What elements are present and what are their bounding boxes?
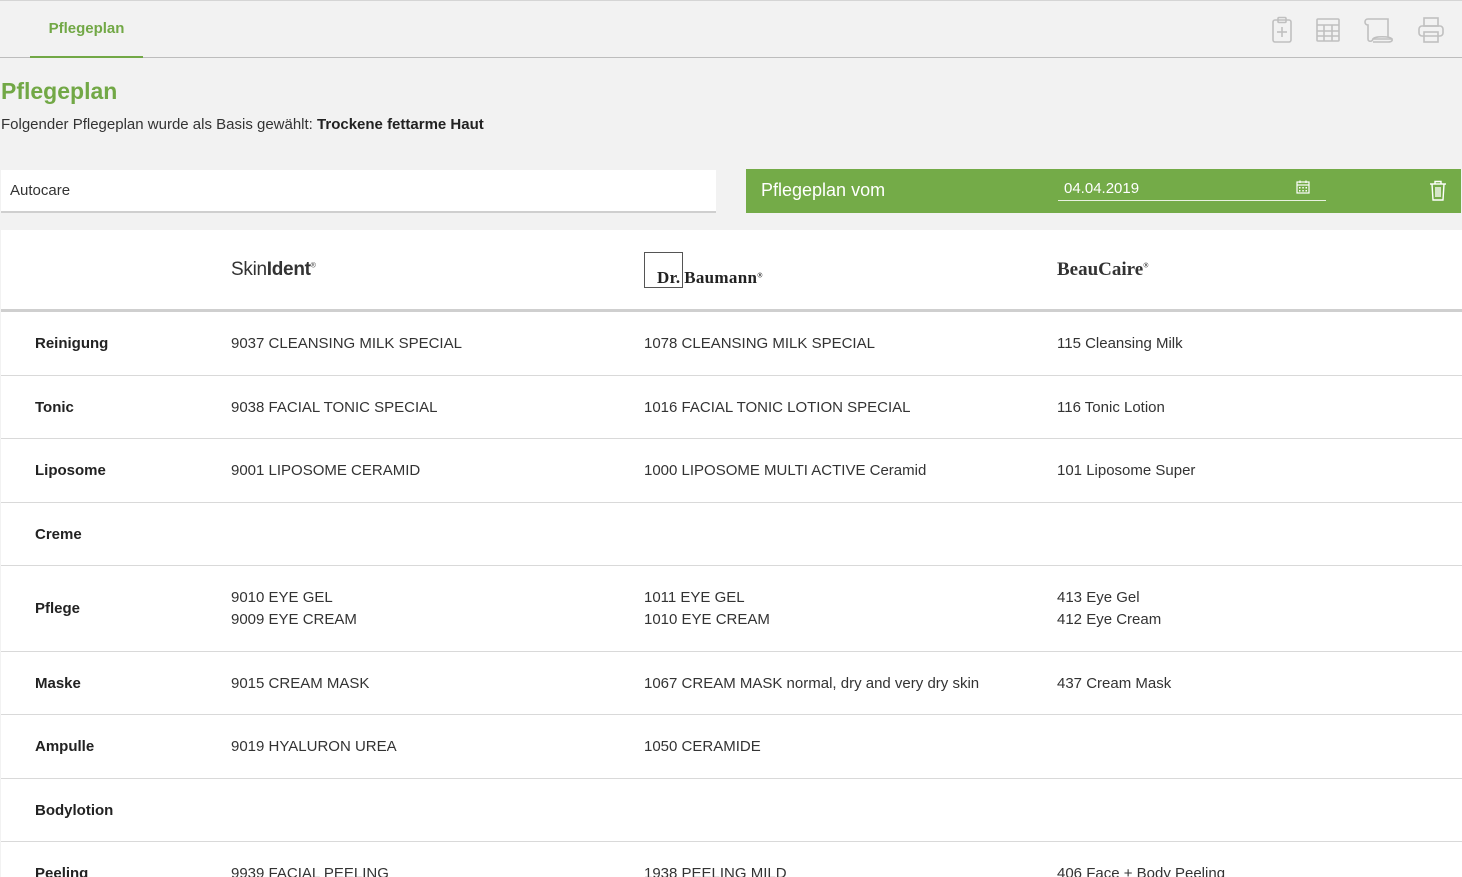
cell-skinident: 9015 CREAM MASK (231, 673, 369, 695)
beaucaire-logo: BeauCaire® (1057, 259, 1149, 280)
product-item[interactable]: 116 Tonic Lotion (1057, 397, 1165, 419)
product-item[interactable]: 412 Eye Cream (1057, 609, 1161, 631)
basis-text: Folgender Pflegeplan wurde als Basis gew… (1, 116, 313, 133)
table-header: SkinIdent® Dr. Baumann® BeauCaire® (1, 230, 1462, 312)
product-item[interactable]: 9010 EYE GEL (231, 587, 357, 609)
care-plan-table: SkinIdent® Dr. Baumann® BeauCaire® Reini… (1, 230, 1462, 877)
cell-skinident: 9939 FACIAL PEELING (231, 863, 389, 877)
table-row: Peeling 9939 FACIAL PEELING 1938 PEELING M… (1, 842, 1462, 877)
product-item[interactable]: 413 Eye Gel (1057, 587, 1161, 609)
product-item[interactable]: 1011 EYE GEL (644, 587, 770, 609)
cell-beaucaire: 437 Cream Mask (1057, 673, 1171, 695)
tab-pflegeplan[interactable]: Pflegeplan (30, 1, 143, 58)
row-category: Ampulle (35, 738, 95, 755)
table-row: Bodylotion (1, 779, 1462, 842)
row-category: Creme (35, 525, 82, 543)
row-category: Pflege (35, 600, 81, 617)
product-item[interactable]: 9038 FACIAL TONIC SPECIAL (231, 397, 437, 419)
product-item[interactable]: 1016 FACIAL TONIC LOTION SPECIAL (644, 397, 911, 419)
clipboard-plus-icon[interactable] (1265, 13, 1299, 47)
autocare-value: Autocare (10, 182, 71, 199)
table-row: Ampulle 9019 HYALURON UREA 1050 CERAMIDE (1, 715, 1462, 779)
top-bar: Pflegeplan (0, 0, 1462, 58)
cell-baumann: 1050 CERAMIDE (644, 736, 761, 758)
row-category: Liposome (35, 462, 106, 479)
cell-baumann: 1011 EYE GEL 1010 EYE CREAM (644, 587, 770, 631)
product-item[interactable]: 9015 CREAM MASK (231, 673, 369, 695)
basis-line: Folgender Pflegeplan wurde als Basis gew… (1, 116, 484, 133)
trash-icon[interactable] (1429, 180, 1447, 206)
product-item[interactable]: 1078 CLEANSING MILK SPECIAL (644, 333, 875, 355)
plan-date-bar: Pflegeplan vom 04.04.2019 (746, 169, 1461, 213)
cell-baumann: 1078 CLEANSING MILK SPECIAL (644, 333, 875, 355)
calendar-grid-icon[interactable] (1311, 13, 1345, 47)
table-row: Pflege 9010 EYE GEL 9009 EYE CREAM 1011 EYE… (1, 566, 1462, 652)
cell-beaucaire: 101 Liposome Super (1057, 460, 1195, 482)
plan-label: Pflegeplan vom (761, 180, 886, 200)
product-item[interactable]: 1000 LIPOSOME MULTI ACTIVE Ceramid (644, 460, 926, 482)
dr-baumann-logo-dr: Dr. (657, 268, 681, 287)
row-category: Peeling (35, 864, 89, 877)
product-item[interactable]: 115 Cleansing Milk (1057, 333, 1183, 355)
cell-baumann: 1000 LIPOSOME MULTI ACTIVE Ceramid (644, 460, 926, 482)
cell-baumann: 1016 FACIAL TONIC LOTION SPECIAL (644, 397, 911, 419)
plan-date-input[interactable]: 04.04.2019 (1058, 177, 1326, 201)
product-item[interactable]: 1010 EYE CREAM (644, 609, 770, 631)
row-category: Reinigung (35, 335, 109, 352)
autocare-select[interactable]: Autocare (1, 170, 716, 213)
product-item[interactable]: 437 Cream Mask (1057, 673, 1171, 695)
row-category: Tonic (35, 398, 74, 416)
cell-skinident: 9001 LIPOSOME CERAMID (231, 460, 420, 482)
row-category: Maske (35, 674, 81, 692)
product-item[interactable]: 406 Face + Body Peeling (1057, 863, 1225, 877)
dr-baumann-logo-name: Baumann (684, 268, 758, 287)
table-row: Reinigung 9037 CLEANSING MILK SPECIAL 1078… (1, 312, 1462, 376)
cell-beaucaire: 116 Tonic Lotion (1057, 397, 1165, 419)
table-row: Maske 9015 CREAM MASK 1067 CREAM MASK norm… (1, 652, 1462, 715)
product-item[interactable]: 1050 CERAMIDE (644, 736, 761, 758)
product-item[interactable]: 101 Liposome Super (1057, 460, 1195, 482)
product-item[interactable]: 1938 PEELING MILD (644, 863, 787, 877)
scroll-icon[interactable] (1362, 13, 1396, 47)
dr-baumann-logo: Dr. Baumann® (644, 230, 763, 310)
calendar-icon[interactable] (1296, 180, 1310, 199)
product-item[interactable]: 9939 FACIAL PEELING (231, 863, 389, 877)
cell-skinident: 9010 EYE GEL 9009 EYE CREAM (231, 587, 357, 631)
skinident-logo: SkinIdent® (231, 259, 316, 280)
cell-skinident: 9019 HYALURON UREA (231, 736, 397, 758)
table-row: Creme (1, 503, 1462, 566)
basis-value: Trockene fettarme Haut (317, 116, 484, 133)
skinident-logo-part1: Skin (231, 259, 267, 280)
product-item[interactable]: 9009 EYE CREAM (231, 609, 357, 631)
page-title: Pflegeplan (1, 78, 118, 104)
product-item[interactable]: 9019 HYALURON UREA (231, 736, 397, 758)
product-item[interactable]: 9001 LIPOSOME CERAMID (231, 460, 420, 482)
cell-skinident: 9037 CLEANSING MILK SPECIAL (231, 333, 462, 355)
cell-beaucaire: 413 Eye Gel 412 Eye Cream (1057, 587, 1161, 631)
skinident-logo-part2: Ident (266, 259, 311, 280)
beaucaire-logo-text: BeauCaire (1057, 259, 1144, 280)
table-row: Liposome 9001 LIPOSOME CERAMID 1000 LIPOSO… (1, 439, 1462, 503)
product-item[interactable]: 1067 CREAM MASK normal, dry and very dry… (644, 673, 979, 695)
printer-icon[interactable] (1414, 13, 1448, 47)
row-category: Bodylotion (35, 801, 114, 819)
product-item[interactable]: 9037 CLEANSING MILK SPECIAL (231, 333, 462, 355)
plan-date-value: 04.04.2019 (1064, 180, 1140, 197)
cell-beaucaire: 406 Face + Body Peeling (1057, 863, 1225, 877)
cell-skinident: 9038 FACIAL TONIC SPECIAL (231, 397, 437, 419)
cell-beaucaire: 115 Cleansing Milk (1057, 333, 1183, 355)
cell-baumann: 1067 CREAM MASK normal, dry and very dry… (644, 673, 979, 695)
table-row: Tonic 9038 FACIAL TONIC SPECIAL 1016 FACIA… (1, 376, 1462, 439)
cell-baumann: 1938 PEELING MILD (644, 863, 787, 877)
